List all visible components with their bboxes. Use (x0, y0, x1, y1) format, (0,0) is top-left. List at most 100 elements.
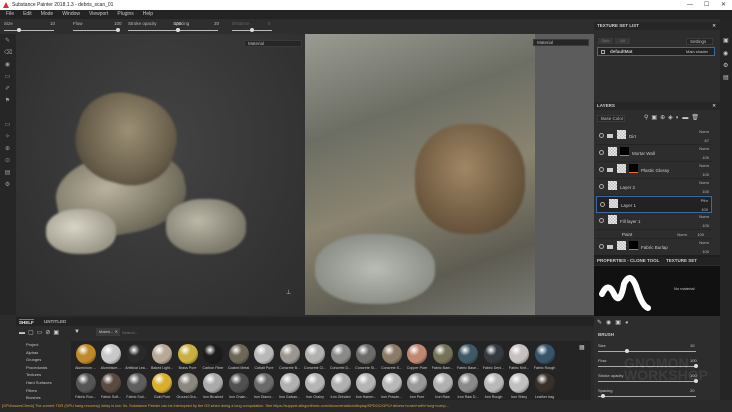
brush-slider-track[interactable] (598, 351, 696, 352)
tool-slider-handle[interactable] (250, 28, 254, 32)
settings-icon[interactable]: ⚙ (723, 62, 728, 69)
tool-icon[interactable]: ▭ (4, 74, 11, 80)
material-item[interactable]: Fabric Barn... (430, 344, 455, 370)
menu-viewport[interactable]: Viewport (89, 10, 108, 19)
material-item[interactable]: Copper Pure (405, 344, 430, 370)
visibility-toggle-icon[interactable] (599, 167, 604, 172)
layer-blend-mode[interactable]: Norm (699, 240, 709, 245)
filter-icon[interactable]: ▼ (74, 329, 80, 335)
tab-untitled[interactable]: UNTITLED (44, 319, 66, 324)
tool-icon[interactable]: ✎ (4, 38, 11, 44)
viewport-3d-mode-select[interactable]: Material (244, 40, 302, 47)
layer-opacity[interactable]: 67 (705, 138, 709, 143)
tool-icon[interactable]: ✐ (4, 86, 11, 92)
menu-mode[interactable]: Mode (41, 10, 54, 19)
texture-set-checkbox[interactable] (601, 50, 605, 54)
material-item[interactable]: Artificial Lea... (124, 344, 149, 370)
tool-slider-track[interactable] (4, 30, 54, 31)
shelf-category[interactable]: Alphas (26, 350, 38, 355)
tool-icon[interactable]: ◉ (4, 62, 11, 68)
tool-slider-handle[interactable] (116, 28, 120, 32)
close-button[interactable]: ✕ (721, 0, 726, 10)
display-settings-icon[interactable]: ◉ (723, 50, 728, 57)
shelf-category[interactable]: Procedurals (26, 365, 47, 370)
texture-set-icon[interactable]: ▣ (723, 37, 729, 44)
effect-blend-mode[interactable]: Norm (677, 232, 687, 237)
layer-row[interactable]: Plastic Glossy Norm 100 (596, 162, 712, 179)
minimize-button[interactable]: — (687, 0, 693, 10)
layer-opacity[interactable]: 100 (702, 189, 709, 194)
layer-opacity[interactable]: 100 (702, 223, 709, 228)
menu-file[interactable]: File (6, 10, 14, 19)
material-item[interactable]: Iron Diamo... (252, 373, 277, 399)
shelf-toolbar-icons[interactable]: ▬▢▭⊘▣ (19, 329, 62, 336)
close-panel-icon[interactable]: ✕ (712, 102, 716, 110)
layer-row[interactable]: Layer 2 Norm 100 (596, 179, 712, 196)
visibility-toggle-icon[interactable] (600, 202, 605, 207)
visibility-toggle-icon[interactable] (599, 218, 604, 223)
layer-row[interactable]: Layer 1 Pthr 100 (596, 196, 712, 213)
material-item[interactable]: Fabric Soft... (99, 373, 124, 399)
material-item[interactable]: Iron Raw D... (456, 373, 481, 399)
visibility-toggle-icon[interactable] (599, 184, 604, 189)
layer-row[interactable]: Fabric Burlap Norm 100 (596, 239, 712, 256)
effect-opacity[interactable]: 100 (697, 232, 704, 237)
material-item[interactable]: Iron Shiny (507, 373, 532, 399)
tool-slider-track[interactable] (73, 30, 118, 31)
material-item[interactable]: Fabric Rou... (73, 373, 98, 399)
visibility-toggle-icon[interactable] (599, 244, 604, 249)
shelf-category[interactable]: Project (26, 342, 38, 347)
material-item[interactable]: Iron Rough (481, 373, 506, 399)
shelf-search-input[interactable] (122, 328, 572, 336)
brush-slider-handle[interactable] (600, 394, 605, 398)
viewport-3d[interactable]: Material ⊥ (16, 34, 305, 315)
viewport-2d-mode-select[interactable]: Material (533, 39, 589, 46)
properties-tab[interactable]: PROPERTIES - CLONE TOOL (597, 258, 659, 263)
tool-icon[interactable]: ⌫ (4, 50, 12, 56)
tool-icon[interactable]: ⊙ (4, 158, 11, 164)
tool-slider-track[interactable] (173, 30, 218, 31)
material-item[interactable]: Iron Grinded (328, 373, 353, 399)
viewport-2d[interactable]: Material (305, 34, 594, 315)
material-item[interactable]: Iron Pure (405, 373, 430, 399)
material-item[interactable]: Leather bag (532, 373, 557, 399)
brush-slider-handle[interactable] (625, 349, 630, 353)
tool-slider-track[interactable] (128, 30, 178, 31)
shelf-category[interactable]: Grunges (26, 357, 41, 362)
tab-shelf[interactable]: SHELF (19, 319, 34, 325)
material-item[interactable]: Iron Galvan... (277, 373, 302, 399)
solo-button[interactable]: Solo (598, 38, 613, 44)
material-item[interactable]: Iron Hamm... (354, 373, 379, 399)
layer-blend-mode[interactable]: Norm (699, 214, 709, 219)
layer-opacity[interactable]: 100 (701, 207, 708, 212)
close-panel-icon[interactable]: ✕ (712, 22, 716, 30)
layer-effect-row[interactable]: Paint Norm 100 (596, 230, 712, 239)
brush-slider-track[interactable] (598, 396, 696, 397)
layer-blend-mode[interactable]: Norm (699, 146, 709, 151)
maximize-button[interactable]: ☐ (704, 0, 709, 10)
settings-dropdown[interactable]: Settings (686, 38, 713, 45)
history-icon[interactable]: ▤ (723, 74, 729, 81)
material-item[interactable]: Carbon Fiber (201, 344, 226, 370)
layer-blend-mode[interactable]: Norm (699, 129, 709, 134)
material-item[interactable]: Ground Gra... (175, 373, 200, 399)
tool-icon[interactable]: ⚙ (4, 182, 11, 188)
material-item[interactable]: Concrete Cl... (303, 344, 328, 370)
tool-icon[interactable]: ⊕ (4, 146, 11, 152)
material-item[interactable]: Gold Pure (150, 373, 175, 399)
tool-icon[interactable]: ⚑ (4, 98, 11, 104)
texture-set-item[interactable]: defaultMat Main shader (597, 47, 715, 56)
material-item[interactable]: Iron Chain... (226, 373, 251, 399)
layer-row[interactable]: Dirt Norm 67 (596, 128, 712, 145)
menu-window[interactable]: Window (62, 10, 80, 19)
tool-icon[interactable]: ▭ (4, 122, 11, 128)
layer-blend-mode[interactable]: Norm (699, 163, 709, 168)
layer-opacity[interactable]: 100 (702, 249, 709, 254)
material-item[interactable]: Fabric Base... (456, 344, 481, 370)
material-item[interactable]: Concrete D... (328, 344, 353, 370)
material-item[interactable]: Aluminium ... (99, 344, 124, 370)
material-item[interactable]: Concrete B... (277, 344, 302, 370)
material-item[interactable]: Iron Grainy (303, 373, 328, 399)
material-item[interactable]: Fabric Deni... (481, 344, 506, 370)
filter-chip[interactable]: Materi... ✕ (96, 328, 120, 336)
